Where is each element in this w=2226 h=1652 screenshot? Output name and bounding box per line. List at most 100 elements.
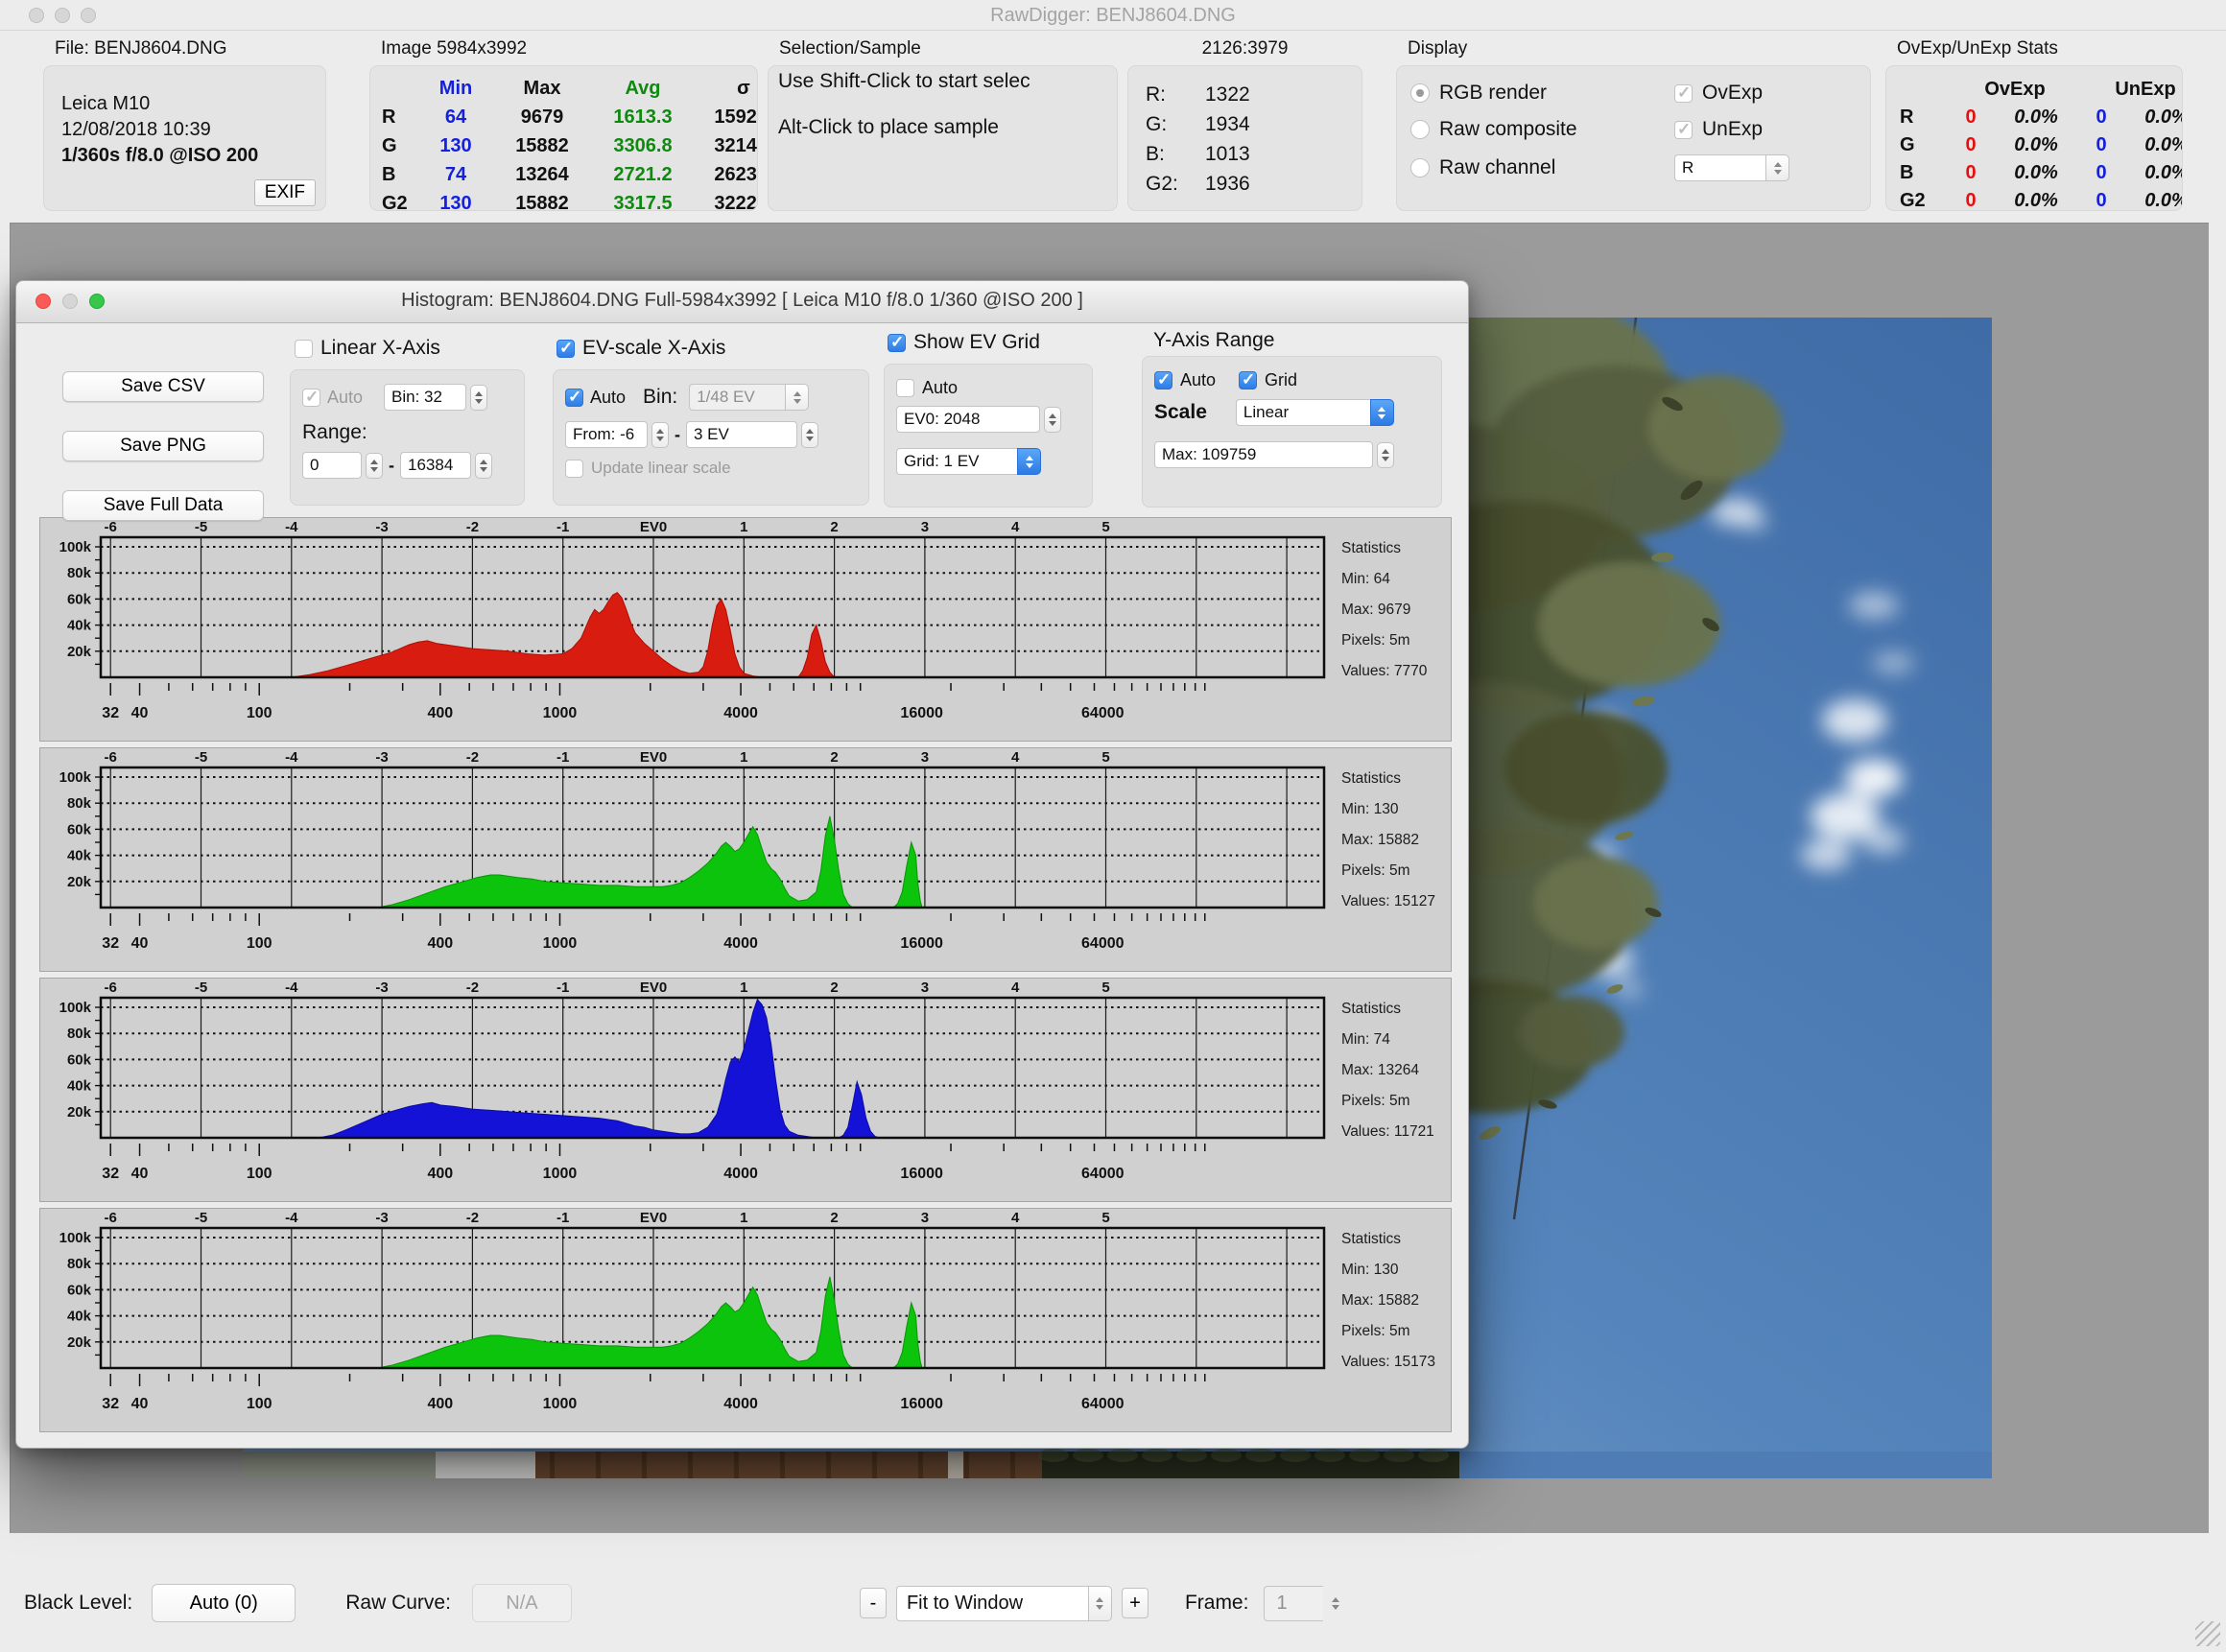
svg-text:-6: -6	[105, 979, 117, 996]
resize-grip[interactable]	[2195, 1621, 2220, 1646]
svg-text:40: 40	[131, 1166, 149, 1182]
svg-text:60k: 60k	[67, 821, 92, 838]
ovexp-col-header: OvExp	[1950, 76, 2080, 104]
ovexp-checkbox[interactable]: OvExp	[1674, 82, 1870, 105]
channel-label: B	[1900, 159, 1950, 187]
zoom-out-button[interactable]: -	[860, 1588, 887, 1618]
yaxis-grid-checkbox[interactable]	[1239, 371, 1257, 389]
svg-text:20k: 20k	[67, 1334, 92, 1351]
min-value: 64	[418, 103, 493, 131]
ev-bin-select[interactable]: 1/48 EV	[689, 384, 809, 411]
ev-from-input[interactable]: From: -6	[565, 421, 648, 448]
svg-text:4000: 4000	[723, 935, 758, 952]
sample-channel-label: G2:	[1146, 169, 1205, 199]
channel-label: R	[1900, 104, 1950, 131]
rgb-render-radio[interactable]: RGB render	[1410, 82, 1674, 105]
black-level-label: Black Level:	[24, 1592, 132, 1615]
svg-text:4000: 4000	[723, 1166, 758, 1182]
histogram-window[interactable]: Histogram: BENJ8604.DNG Full-5984x3992 […	[15, 280, 1469, 1449]
histogram-chart-r: 100k80k60k40k20k-6-5-4-3-2-1EV0123453240…	[40, 518, 1451, 741]
range-to-stepper[interactable]	[475, 453, 492, 479]
linear-auto-checkbox[interactable]	[302, 389, 320, 407]
raw-channel-select[interactable]: R	[1674, 154, 1870, 181]
display-panel-label: Display	[1408, 38, 1871, 61]
svg-text:-2: -2	[466, 749, 479, 766]
linear-xaxis-checkbox[interactable]: Linear X-Axis	[295, 337, 440, 360]
raw-curve-button[interactable]: N/A	[472, 1584, 572, 1622]
ovexp-percent: 0.0%	[1992, 131, 2080, 159]
svg-text:1000: 1000	[543, 935, 578, 952]
image-stats-panel: Image 5984x3992 MinMaxAvgσR6496791613.31…	[369, 38, 758, 211]
linear-bin-stepper[interactable]	[470, 385, 487, 411]
frame-input[interactable]: 1	[1264, 1586, 1347, 1621]
svg-text:EV0: EV0	[640, 979, 667, 996]
selection-hint-2: Alt-Click to place sample	[778, 116, 1117, 139]
svg-text:EV0: EV0	[640, 519, 667, 535]
ev-to-stepper[interactable]	[801, 422, 818, 448]
svg-text:100: 100	[247, 935, 272, 952]
exif-button[interactable]: EXIF	[254, 179, 316, 206]
update-linear-scale-checkbox[interactable]: Update linear scale	[565, 459, 859, 478]
svg-text:40: 40	[131, 1396, 149, 1412]
ev0-input[interactable]: EV0: 2048	[896, 406, 1040, 433]
sample-channel-value: 1934	[1205, 109, 1362, 139]
save-png-button[interactable]: Save PNG	[62, 431, 264, 461]
yaxis-max-stepper[interactable]	[1377, 442, 1394, 468]
svg-text:3: 3	[921, 1210, 929, 1226]
range-from-input[interactable]: 0	[302, 452, 362, 479]
ev0-stepper[interactable]	[1044, 407, 1061, 433]
yaxis-max-input[interactable]: Max: 109759	[1154, 441, 1373, 468]
sigma-value: 2623.2	[695, 160, 758, 189]
file-panel: File: BENJ8604.DNG Leica M10 12/08/2018 …	[43, 38, 326, 211]
main-titlebar: RawDigger: BENJ8604.DNG	[0, 0, 2226, 31]
yaxis-scale-select[interactable]: Linear	[1236, 399, 1394, 426]
svg-text:2: 2	[830, 979, 838, 996]
svg-text:-6: -6	[105, 519, 117, 535]
grid-step-select[interactable]: Grid: 1 EV	[896, 448, 1041, 475]
save-csv-button[interactable]: Save CSV	[62, 371, 264, 402]
unexp-count: 0	[2080, 187, 2122, 211]
stepper-icon	[1765, 154, 1789, 181]
linear-bin-input[interactable]: Bin: 32	[384, 384, 466, 411]
range-from-stepper[interactable]	[366, 453, 383, 479]
svg-text:100: 100	[247, 1396, 272, 1412]
ev-to-input[interactable]: 3 EV	[686, 421, 797, 448]
ovexp-stats-panel: OvExp/UnExp Stats OvExpUnExpR00.0%00.0%G…	[1885, 38, 2183, 211]
yaxis-auto-checkbox[interactable]	[1154, 371, 1172, 389]
black-level-button[interactable]: Auto (0)	[152, 1584, 296, 1622]
svg-text:1: 1	[740, 1210, 747, 1226]
ovexp-count: 0	[1950, 187, 1992, 211]
range-to-input[interactable]: 16384	[400, 452, 471, 479]
unexp-checkbox[interactable]: UnExp	[1674, 118, 1870, 141]
image-table-header: Max	[493, 74, 591, 103]
min-value: 130	[418, 131, 493, 160]
svg-text:-1: -1	[556, 519, 569, 535]
raw-curve-label: Raw Curve:	[345, 1592, 451, 1615]
ev-auto-checkbox[interactable]	[565, 389, 583, 407]
evgrid-auto-checkbox[interactable]: Auto	[896, 378, 1082, 398]
svg-text:-4: -4	[285, 1210, 298, 1226]
svg-text:5: 5	[1101, 519, 1109, 535]
camera-model: Leica M10	[61, 91, 325, 117]
rawdigger-app: RawDigger: BENJ8604.DNG File: BENJ8604.D…	[0, 0, 2226, 1652]
svg-text:40k: 40k	[67, 1309, 92, 1325]
selection-panel-label: Selection/Sample	[779, 38, 1118, 61]
ev-scale-xaxis-checkbox[interactable]: EV-scale X-Axis	[556, 337, 725, 360]
ev-from-stepper[interactable]	[651, 422, 669, 448]
svg-text:16000: 16000	[900, 1396, 943, 1412]
raw-composite-radio[interactable]: Raw composite	[1410, 118, 1674, 141]
ovexp-percent: 0.0%	[1992, 187, 2080, 211]
svg-text:40k: 40k	[67, 848, 92, 864]
histogram-titlebar[interactable]: Histogram: BENJ8604.DNG Full-5984x3992 […	[16, 281, 1468, 323]
svg-text:5: 5	[1101, 1210, 1109, 1226]
raw-channel-radio[interactable]: Raw channel	[1410, 156, 1674, 179]
show-ev-grid-checkbox[interactable]: Show EV Grid	[888, 331, 1040, 354]
fit-mode-select[interactable]: Fit to Window	[896, 1586, 1112, 1621]
save-full-data-button[interactable]: Save Full Data	[62, 490, 264, 521]
avg-value: 3306.8	[591, 131, 695, 160]
svg-text:100: 100	[247, 1166, 272, 1182]
zoom-in-button[interactable]: +	[1122, 1588, 1149, 1618]
linear-xaxis-group: Auto Bin: 32 Range: 0 - 16384	[290, 369, 525, 506]
svg-text:Max: 13264: Max: 13264	[1341, 1062, 1419, 1078]
min-value: 74	[418, 160, 493, 189]
